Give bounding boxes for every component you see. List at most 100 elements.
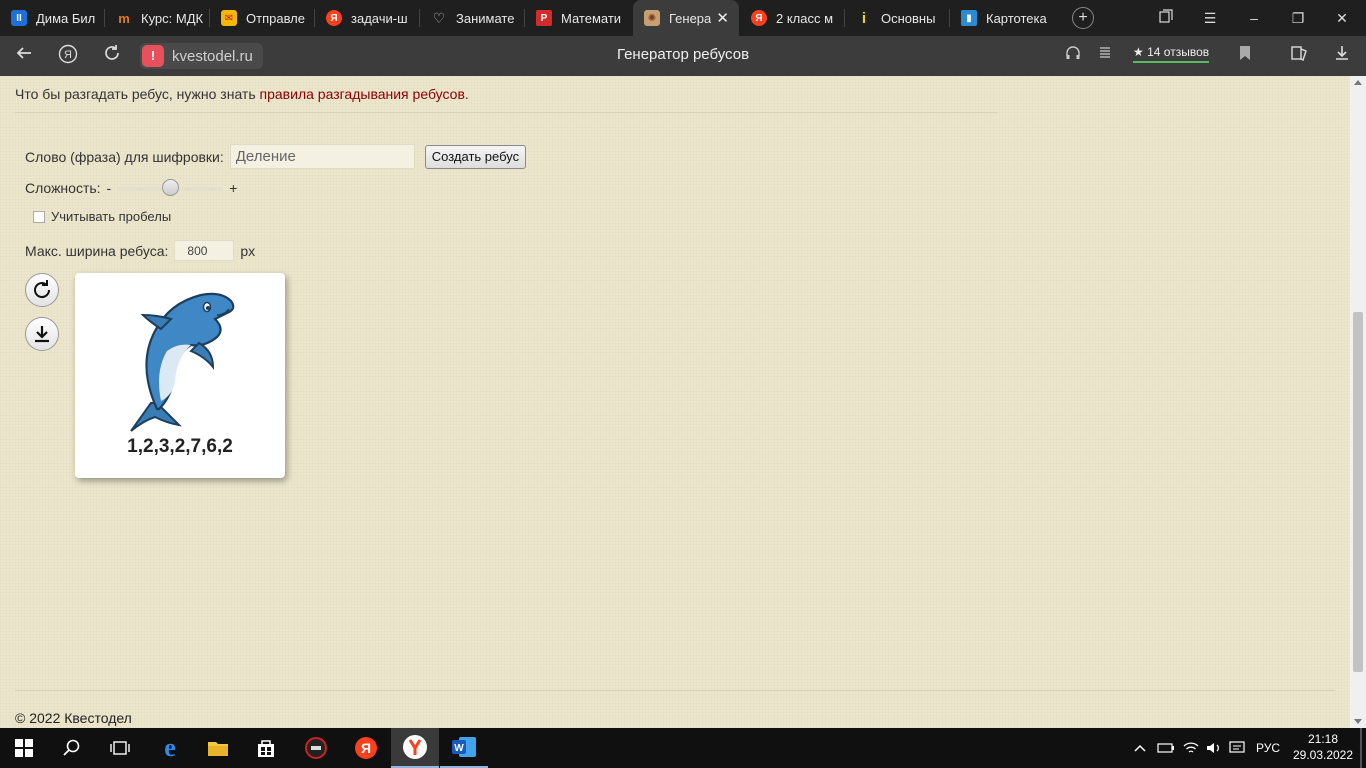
show-desktop-button[interactable] (1360, 728, 1362, 768)
svg-text:W: W (454, 743, 464, 754)
rebus-site-icon: ✺ (644, 10, 660, 26)
asus-app-icon[interactable] (292, 728, 340, 768)
menu-icon[interactable]: ☰ (1190, 0, 1230, 36)
yandex-icon: Я (326, 10, 342, 26)
yandex-logo-icon[interactable]: Я (56, 44, 80, 68)
reader-mode-icon[interactable] (1093, 44, 1117, 68)
volume-icon[interactable] (1206, 728, 1222, 768)
download-icon (35, 326, 49, 343)
tab-4[interactable]: ♡ Занимате (420, 0, 525, 36)
p-logo-icon: P (536, 10, 552, 26)
difficulty-label: Сложность: (25, 180, 101, 196)
edge-icon[interactable]: e (146, 728, 194, 768)
tab-2[interactable]: ✉ Отправле (210, 0, 315, 36)
yandex-app-icon[interactable]: Я (342, 728, 390, 768)
difficulty-minus: - (106, 180, 112, 196)
tab-title: Отправле (246, 10, 305, 26)
heart-icon: ♡ (432, 9, 446, 26)
tab-9[interactable]: ▮ Картотека (950, 0, 1055, 36)
show-hidden-icons-icon[interactable] (1134, 728, 1146, 768)
windows-taskbar: e Я W РУС 21:18 29.03.2022 (0, 728, 1366, 768)
reload-icon[interactable] (100, 44, 124, 68)
tab-6-active[interactable]: ✺ Генера ✕ (633, 0, 739, 36)
tab-1[interactable]: m Курс: МДК (105, 0, 210, 36)
refresh-icon (34, 280, 51, 299)
spaces-row: Учитывать пробелы (33, 209, 171, 224)
m-logo-icon: m (118, 10, 130, 26)
rules-link[interactable]: правила разгадывания ребусов (260, 86, 465, 102)
bookmark-icon[interactable] (1233, 44, 1257, 68)
tab-3[interactable]: Я задачи-ш (315, 0, 420, 36)
tabs-menu-icon[interactable] (1146, 0, 1186, 36)
clock-date: 29.03.2022 (1292, 748, 1354, 762)
intro-text: Что бы разгадать ребус, нужно знать прав… (15, 86, 469, 102)
yandex-browser-icon[interactable] (391, 728, 439, 768)
task-view-icon[interactable] (96, 728, 144, 768)
scroll-down-icon[interactable] (1354, 719, 1362, 724)
clock[interactable]: 21:18 29.03.2022 (1290, 731, 1356, 763)
spaces-label: Учитывать пробелы (51, 209, 172, 224)
restore-icon[interactable]: ❐ (1278, 0, 1318, 36)
tab-7[interactable]: Я 2 класс м (740, 0, 845, 36)
spaces-checkbox[interactable] (33, 210, 45, 223)
info-icon: i (861, 9, 867, 27)
close-window-icon[interactable]: ✕ (1322, 0, 1362, 36)
url-host: kvestodel.ru (172, 47, 253, 65)
slider-knob[interactable] (162, 179, 180, 196)
warning-icon[interactable]: ! (142, 45, 164, 67)
difficulty-row: Сложность: - + (25, 179, 238, 196)
scroll-thumb[interactable] (1353, 312, 1363, 672)
minimize-icon[interactable]: – (1234, 0, 1274, 36)
mail-icon: ✉ (221, 10, 237, 26)
svg-text:Я: Я (361, 740, 371, 756)
tab-0[interactable]: II Дима Бил (0, 0, 105, 36)
tab-title: Генера (669, 10, 712, 26)
word-row: Слово (фраза) для шифровки: Создать ребу… (25, 144, 527, 169)
divider (15, 112, 997, 113)
new-tab-button[interactable]: + (1072, 7, 1094, 29)
width-row: Макс. ширина ребуса: px (25, 240, 255, 261)
rebus-card: 1,2,3,2,7,6,2 (75, 273, 285, 478)
tab-title: 2 класс м (776, 10, 834, 26)
width-input[interactable] (174, 240, 235, 261)
wifi-icon[interactable] (1183, 728, 1199, 768)
address-bar[interactable]: ! kvestodel.ru (140, 43, 263, 69)
notifications-input-icon[interactable] (1229, 728, 1245, 768)
file-explorer-icon[interactable] (194, 728, 242, 768)
windows-start-icon[interactable] (0, 728, 48, 768)
intro-end: . (464, 86, 469, 102)
difficulty-slider[interactable] (117, 179, 224, 196)
back-arrow-icon[interactable] (12, 44, 36, 68)
headphones-icon[interactable] (1061, 44, 1085, 68)
close-tab-icon[interactable]: ✕ (716, 9, 729, 27)
width-label: Макс. ширина ребуса: (25, 242, 169, 259)
store-icon[interactable] (242, 728, 290, 768)
scroll-up-icon[interactable] (1354, 80, 1362, 85)
yandex-icon: Я (751, 10, 767, 26)
clock-time: 21:18 (1307, 732, 1339, 746)
tab-8[interactable]: i Основны (845, 0, 950, 36)
download-icon[interactable] (1330, 44, 1354, 68)
tab-title: Математи (561, 10, 622, 26)
tab-title: Основны (881, 10, 936, 26)
collections-icon[interactable] (1287, 44, 1311, 68)
tab-5[interactable]: P Математи (525, 0, 630, 36)
tab-title: Курс: МДК (141, 10, 204, 26)
word-input[interactable] (229, 144, 415, 169)
intro-sentence: Что бы разгадать ребус, нужно знать (15, 86, 260, 102)
search-icon[interactable] (48, 728, 96, 768)
reviews-link[interactable]: ★ 14 отзывов (1133, 45, 1210, 63)
rebus-code: 1,2,3,2,7,6,2 (127, 436, 233, 457)
regenerate-button[interactable] (25, 273, 59, 307)
app-blue-icon: II (11, 10, 27, 26)
svg-text:Я: Я (64, 49, 72, 61)
word-app-icon[interactable]: W (440, 728, 488, 768)
battery-icon[interactable] (1157, 728, 1175, 768)
book-icon: ▮ (961, 10, 977, 26)
difficulty-plus: + (229, 180, 238, 196)
download-rebus-button[interactable] (25, 317, 59, 351)
page-scrollbar[interactable] (1350, 76, 1366, 728)
create-rebus-button[interactable]: Создать ребус (424, 144, 527, 169)
language-indicator[interactable]: РУС (1256, 728, 1280, 768)
tab-title: Занимате (456, 10, 515, 26)
